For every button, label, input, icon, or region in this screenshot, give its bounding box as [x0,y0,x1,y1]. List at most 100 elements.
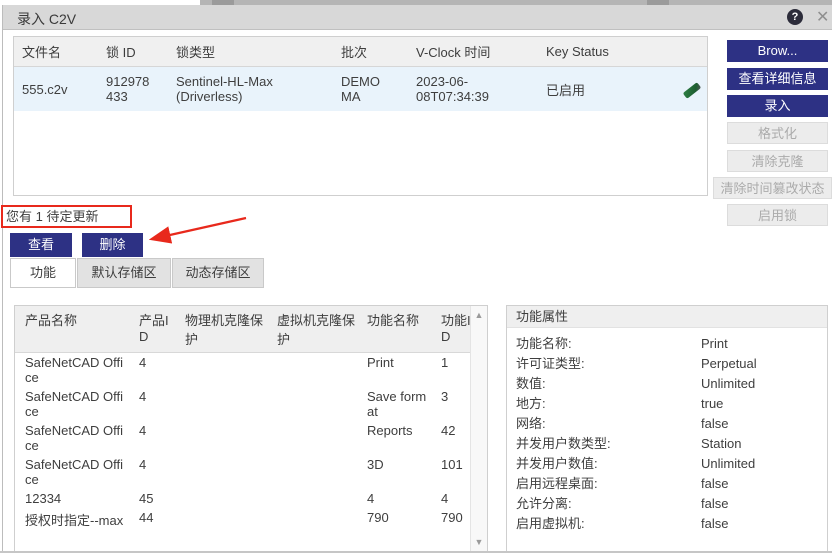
scroll-down-icon[interactable]: ▼ [471,537,487,547]
property-value: Perpetual [701,354,757,374]
cell-feature-id: 42 [431,423,471,453]
property-label: 许可证类型: [507,356,585,371]
cell-filename: 555.c2v [14,82,98,97]
close-icon[interactable]: ✕ [816,7,829,27]
cell-phys-clone [175,491,267,506]
cell-feature-id: 1 [431,355,471,385]
cell-virt-clone [267,491,357,506]
cell-product-id: 4 [129,389,175,419]
format-button: 格式化 [727,122,828,144]
col-header-filename: 文件名 [14,42,98,61]
property-row: 地方: true [507,394,827,414]
view-details-button[interactable]: 查看详细信息 [727,68,828,90]
col-header-key-status: Key Status [538,44,643,59]
apply-c2v-button[interactable]: 录入 [727,95,828,117]
features-scrollbar[interactable]: ▲ ▼ [470,306,487,551]
dialog-border [2,5,3,553]
col-header-vclock: V-Clock 时间 [408,42,538,61]
property-row: 数值: Unlimited [507,374,827,394]
cell-product-name: SafeNetCAD Office [15,457,129,487]
cell-product-id: 45 [129,491,175,506]
property-value: false [701,514,728,534]
cell-phys-clone [175,423,267,453]
cell-feature-name: 4 [357,491,431,506]
delete-update-button[interactable]: 删除 [82,233,143,257]
feature-row[interactable]: SafeNetCAD Office 4 Save format 3 [15,387,487,421]
feature-row[interactable]: SafeNetCAD Office 4 Reports 42 [15,421,487,455]
cell-key-status: 已启用 [538,80,643,99]
feature-row[interactable]: SafeNetCAD Office 4 Print 1 [15,353,487,387]
col-header-lock-type: 锁类型 [168,42,333,61]
dialog-titlebar: 录入 C2V ? ✕ [3,5,832,30]
feature-properties-title: 功能属性 [507,306,827,328]
cell-feature-id: 3 [431,389,471,419]
cell-product-id: 4 [129,355,175,385]
feature-properties-panel: 功能属性 功能名称: Print 许可证类型: Perpetual 数值: Un… [506,305,828,552]
col-header-product-id: 产品ID [129,310,175,348]
tab-dynamic-memory[interactable]: 动态存储区 [172,258,264,288]
c2v-lock-table: 文件名 锁 ID 锁类型 批次 V-Clock 时间 Key Status 55… [13,36,708,196]
property-label: 并发用户数类型: [507,436,611,451]
property-row: 网络: false [507,414,827,434]
feature-properties-list: 功能名称: Print 许可证类型: Perpetual 数值: Unlimit… [507,328,827,534]
property-value: Station [701,434,741,454]
scroll-up-icon[interactable]: ▲ [471,310,487,320]
feature-row[interactable]: SafeNetCAD Office 4 3D 101 [15,455,487,489]
cell-virt-clone [267,355,357,385]
dialog-bottom-edge [0,551,832,553]
cell-product-id: 44 [129,510,175,529]
c2v-table-row[interactable]: 555.c2v 912978433 Sentinel-HL-Max (Drive… [14,67,707,111]
cell-virt-clone [267,389,357,419]
feature-row[interactable]: 12334 45 4 4 [15,489,487,508]
property-row: 许可证类型: Perpetual [507,354,827,374]
cell-feature-name: Save format [357,389,431,419]
cell-phys-clone [175,510,267,529]
property-row: 启用虚拟机: false [507,514,827,534]
tab-features[interactable]: 功能 [10,258,76,288]
property-row: 功能名称: Print [507,334,827,354]
features-table: 产品名称 产品ID 物理机克隆保护 虚拟机克隆保护 功能名称 功能ID Safe… [14,305,488,552]
tab-default-memory[interactable]: 默认存储区 [77,258,171,288]
c2v-table-header: 文件名 锁 ID 锁类型 批次 V-Clock 时间 Key Status [14,37,707,67]
cell-product-name: 授权时指定--max [15,510,129,529]
features-table-header: 产品名称 产品ID 物理机克隆保护 虚拟机克隆保护 功能名称 功能ID [15,306,487,353]
view-update-button[interactable]: 查看 [10,233,72,257]
property-value: false [701,494,728,514]
enable-lock-button: 启用锁 [727,204,828,226]
col-header-feature-id: 功能ID [431,310,471,348]
col-header-batch: 批次 [333,42,408,61]
cell-virt-clone [267,423,357,453]
property-value: false [701,414,728,434]
cell-product-id: 4 [129,457,175,487]
cell-feature-name: Reports [357,423,431,453]
property-row: 并发用户数类型: Station [507,434,827,454]
property-label: 允许分离: [507,496,572,511]
property-label: 启用虚拟机: [507,516,585,531]
feature-row[interactable]: 授权时指定--max 44 790 790 [15,508,487,531]
property-row: 并发用户数值: Unlimited [507,454,827,474]
cell-feature-name: 3D [357,457,431,487]
cell-feature-id: 790 [431,510,471,529]
cell-feature-name: 790 [357,510,431,529]
pending-update-label: 您有 1 待定更新 [1,205,132,228]
property-label: 功能名称: [507,336,572,351]
cell-feature-id: 4 [431,491,471,506]
property-value: true [701,394,723,414]
col-header-virt-clone: 虚拟机克隆保护 [267,310,357,348]
col-header-lock-id: 锁 ID [98,42,168,61]
clear-clone-button: 清除克隆 [727,150,828,172]
property-value: Unlimited [701,454,755,474]
property-label: 启用远程桌面: [507,476,598,491]
cell-virt-clone [267,457,357,487]
property-label: 地方: [507,396,546,411]
usb-dongle-icon [683,82,701,99]
col-header-product-name: 产品名称 [15,310,129,348]
cell-product-name: SafeNetCAD Office [15,389,129,419]
cell-vclock-time: 2023-06-08T07:34:39 [408,74,538,104]
browse-button[interactable]: Brow... [727,40,828,62]
clear-time-tamper-button: 清除时间篡改状态 [713,177,832,199]
c2v-dialog-window: 录入 C2V ? ✕ 文件名 锁 ID 锁类型 批次 V-Clock 时间 Ke… [0,0,832,560]
help-icon[interactable]: ? [787,9,803,25]
cell-lock-id: 912978433 [98,74,168,104]
cell-dongle [643,82,707,97]
